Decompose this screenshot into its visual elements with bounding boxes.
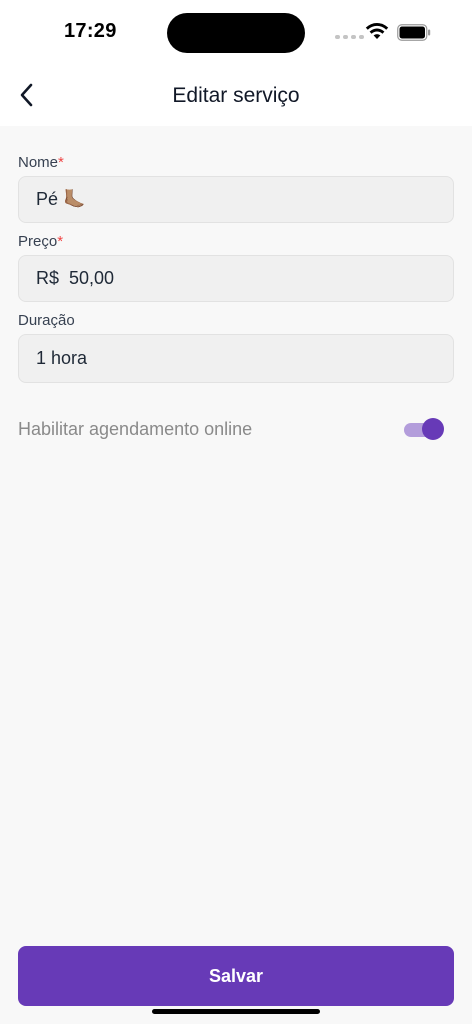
dynamic-island: [167, 13, 305, 53]
cellular-signal-icon: [335, 35, 364, 39]
name-input[interactable]: Pé 🦶🏽: [18, 176, 454, 223]
price-value: 50,00: [69, 268, 115, 288]
required-mark: *: [58, 154, 64, 171]
online-booking-toggle[interactable]: [404, 418, 444, 440]
toggle-knob: [422, 418, 444, 440]
online-booking-label: Habilitar agendamento online: [18, 419, 253, 439]
home-indicator: [152, 1009, 320, 1014]
duration-label: Duração: [18, 312, 75, 329]
top-bar: 17:29 Editar serviço: [0, 0, 472, 126]
status-time: 17:29: [64, 20, 117, 42]
battery-icon: [397, 24, 431, 41]
edit-service-screen: 17:29 Editar serviço Nome* Pé 🦶🏽 Preço* …: [0, 0, 472, 1024]
required-mark: *: [57, 233, 64, 250]
page-title: Editar serviço: [172, 84, 300, 107]
wifi-icon: [365, 23, 389, 39]
name-label: Nome*: [18, 154, 64, 171]
price-input[interactable]: R$ 50,00: [18, 255, 454, 302]
status-bar: 17:29: [0, 0, 472, 64]
online-booking-row: Habilitar agendamento online: [18, 416, 454, 442]
price-label: Preço*: [18, 233, 64, 250]
header: Editar serviço: [0, 64, 472, 126]
currency-prefix: R$: [36, 268, 60, 288]
duration-select[interactable]: 1 hora: [18, 334, 454, 383]
save-button[interactable]: Salvar: [18, 946, 454, 1006]
